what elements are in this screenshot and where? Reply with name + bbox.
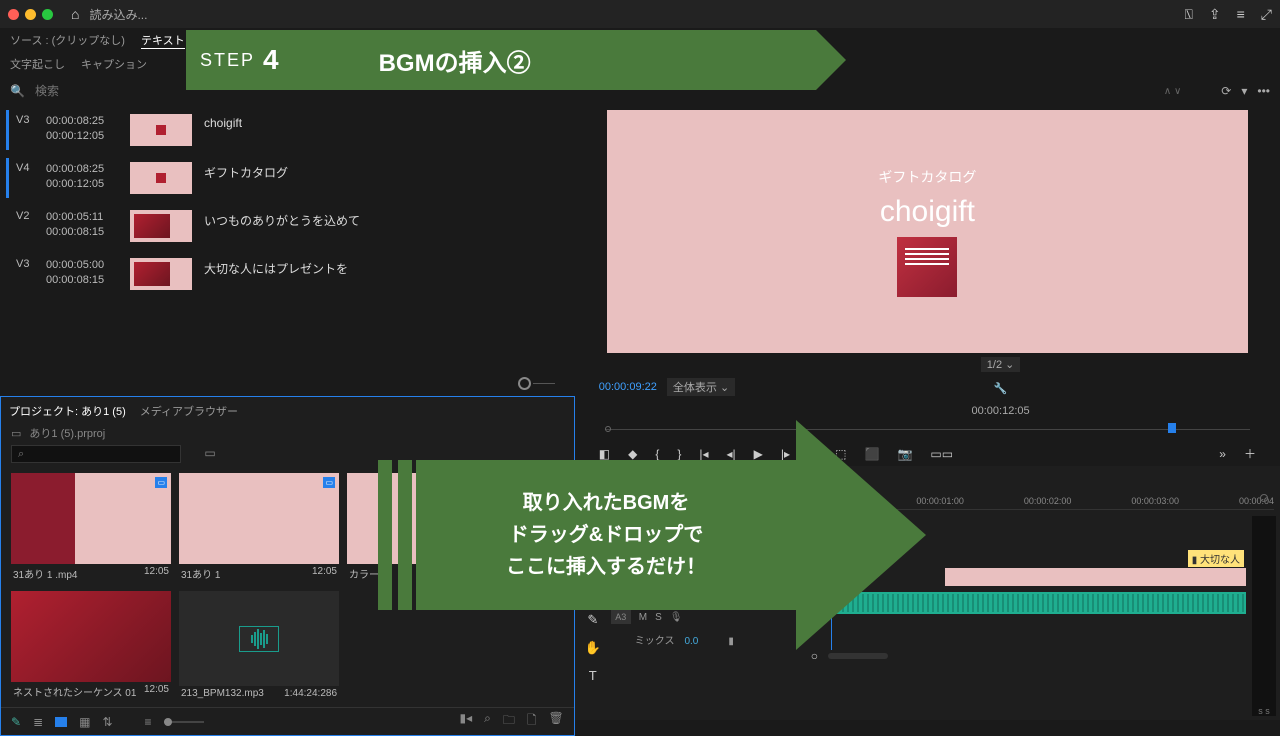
project-item[interactable]: 213_BPM132.mp31:44:24:286 [179,591,339,701]
find-icon[interactable]: ⌕ [484,711,491,732]
callout-line3: ここに挿入するだけ！ [506,551,706,583]
project-path: あり1 (5).prproj [29,425,105,441]
video-clip[interactable]: ▮ 大切な人 [945,568,1246,586]
callout-line2: ドラッグ&ドロップで [509,519,703,551]
in-icon[interactable]: { [655,447,659,461]
text-row[interactable]: V200:00:05:1100:00:08:15いつものありがとうを込めて [6,202,575,250]
goto-in-icon[interactable]: |◂ [699,447,708,461]
project-item[interactable]: ▭31あり 1 .mp412:05 [11,473,171,583]
share-icon[interactable]: ⇪ [1209,6,1221,23]
home-icon[interactable]: ⌂ [71,6,79,22]
media-browser-tab[interactable]: メディアブラウザー [140,403,238,419]
new-icon[interactable]: 🗋 [527,711,537,732]
menu-icon[interactable]: ≡ [1237,6,1245,23]
min-dot[interactable] [25,9,36,20]
preview-graphic [897,237,957,297]
project-item[interactable]: ▭31あり 112:05 [179,473,339,583]
preview-scrubber[interactable] [599,423,1256,435]
zoom-knob[interactable] [518,377,531,390]
fit-select[interactable]: 全体表示 ⌄ [667,378,735,396]
step-fwd-icon[interactable]: |▸ [781,447,790,461]
max-dot[interactable] [42,9,53,20]
trash-icon[interactable]: 🗑 [549,711,564,732]
zoom-line[interactable] [533,383,555,384]
step-label: STEP [200,50,255,71]
quickexport-icon[interactable]: ⍂ [1184,6,1192,23]
callout-line1: 取り入れたBGMを [523,487,690,519]
fullscreen-icon[interactable]: ⤢ [1261,6,1272,23]
step-banner: STEP 4 BGMの挿入② [186,30,816,90]
new-bin-icon[interactable]: 🗀 [503,711,515,732]
list-icon[interactable]: ≣ [33,715,43,729]
title-bar: ⌂ 読み込み... ⍂ ⇪ ≡ ⤢ [0,0,1280,28]
mix-meter-icon: ▮ [728,636,734,647]
callout-arrow: 取り入れたBGMを ドラッグ&ドロップで ここに挿入するだけ！ [378,460,796,610]
transport-more-icon[interactable]: » [1219,447,1226,461]
source-tab[interactable]: ソース : (クリップなし) [10,32,125,48]
text-tab[interactable]: テキスト [141,32,185,49]
text-list: V300:00:08:2500:00:12:05choigiftV400:00:… [0,106,575,396]
ruler-zoom-knob[interactable] [1260,494,1268,502]
more-icon[interactable]: ••• [1257,84,1270,98]
preview-subtitle: ギフトカタログ [878,167,976,187]
freeform-icon[interactable]: ▦ [79,715,90,729]
loading-label: 読み込み... [89,6,147,23]
new-item-icon[interactable]: ▮◂ [459,711,472,732]
caption-tab[interactable]: キャプション [81,56,147,72]
type-tool[interactable]: T [589,668,597,683]
audio-meter: s s [1252,516,1276,716]
bin-icon[interactable]: ▭ [11,427,21,440]
pen-tool[interactable]: ✎ [587,612,598,628]
window-controls[interactable] [8,9,53,20]
text-row[interactable]: V400:00:08:2500:00:12:05ギフトカタログ [6,154,575,202]
duration-timecode: 00:00:12:05 [972,405,1030,417]
project-search-icon[interactable]: ▭ [204,446,215,460]
close-dot[interactable] [8,9,19,20]
add-marker-icon[interactable]: ◆ [628,447,637,461]
out-icon[interactable]: } [677,447,681,461]
hand-tool[interactable]: ✋ [585,640,601,656]
step-back-icon[interactable]: ◂| [727,447,736,461]
text-row[interactable]: V300:00:05:0000:00:08:15大切な人にはプレゼントを [6,250,575,298]
wrench-icon[interactable]: 🔧 [994,382,1008,395]
mix-label: ミックス [635,636,675,647]
timeline-scroll[interactable]: ○ [805,650,1274,662]
scale-select[interactable]: 1/2 ⌄ [981,357,1021,372]
mix-value[interactable]: 0.0 [684,636,698,647]
project-toolbar: ✎ ≣ ▦ ⇅ ≡ ▮◂ ⌕ 🗀 🗋 🗑 [1,707,574,735]
search-icon[interactable]: 🔍 [10,84,25,98]
project-item[interactable]: ネストされたシーケンス 0112:05 [11,591,171,701]
button-editor-icon[interactable]: ＋ [1244,445,1256,462]
project-tab[interactable]: プロジェクト: あり1 (5) [9,403,126,419]
icon-view[interactable] [55,717,67,727]
mark-in-icon[interactable]: ◧ [599,447,610,461]
transcribe-tab[interactable]: 文字起こし [10,56,65,72]
refresh-icon[interactable]: ⟳ [1221,84,1231,98]
project-search[interactable] [11,445,181,463]
step-number: 4 [263,44,279,76]
clip-label: ▮ 大切な人 [1188,550,1244,567]
current-timecode[interactable]: 00:00:09:22 [599,381,657,393]
sort-icon[interactable]: ⇅ [102,715,112,729]
adjust-icon[interactable]: ≡ [145,715,152,729]
filter-icon[interactable]: ▾ [1241,84,1247,98]
step-title: BGMの挿入② [379,43,531,78]
text-row[interactable]: V300:00:08:2500:00:12:05choigift [6,106,575,154]
search-prev-next[interactable]: ∧ ∨ [1164,86,1181,97]
play-icon[interactable]: ▶ [754,447,763,461]
compare-icon[interactable]: ▭▭ [930,447,953,461]
pen-icon[interactable]: ✎ [11,715,21,729]
preview-canvas: ギフトカタログ choigift [607,110,1248,353]
preview-title: choigift [880,195,975,229]
zoom-slider[interactable] [164,721,204,723]
program-monitor: ギフトカタログ choigift 00:00:09:22 全体表示 ⌄ 1/2 … [575,106,1280,466]
